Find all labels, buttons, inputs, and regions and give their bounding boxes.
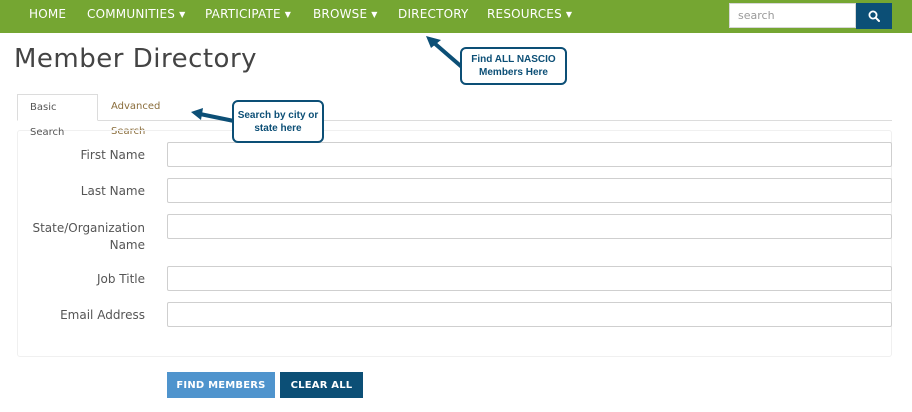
advanced-search-callout: Search by city or state here bbox=[232, 100, 324, 143]
clear-all-button[interactable]: CLEAR ALL bbox=[280, 372, 363, 398]
nav-item-resources[interactable]: RESOURCES ▼ bbox=[487, 0, 572, 33]
first-name-label: First Name bbox=[80, 148, 145, 162]
nav-item-label: RESOURCES bbox=[487, 7, 562, 21]
nav-item-label: PARTICIPATE bbox=[205, 7, 281, 21]
page: HOME COMMUNITIES ▼ PARTICIPATE ▼ BROWSE ▼ D… bbox=[0, 0, 912, 412]
nav-item-directory[interactable]: DIRECTORY bbox=[398, 0, 469, 33]
email-address-field[interactable] bbox=[167, 302, 892, 327]
state-organization-field[interactable] bbox=[167, 214, 892, 239]
page-title: Member Directory bbox=[14, 44, 258, 74]
email-address-label: Email Address bbox=[60, 308, 145, 322]
first-name-field[interactable] bbox=[167, 142, 892, 167]
nav-item-browse[interactable]: BROWSE ▼ bbox=[313, 0, 378, 33]
search-icon bbox=[868, 10, 880, 22]
tab-basic-search[interactable]: Basic Search bbox=[17, 94, 98, 138]
directory-callout-text: Find ALL NASCIO Members Here bbox=[471, 54, 556, 78]
top-nav: HOME COMMUNITIES ▼ PARTICIPATE ▼ BROWSE ▼ D… bbox=[0, 0, 912, 33]
find-members-button[interactable]: FIND MEMBERS bbox=[167, 372, 275, 398]
nav-item-communities[interactable]: COMMUNITIES ▼ bbox=[87, 0, 185, 33]
caret-down-icon: ▼ bbox=[371, 10, 378, 19]
nav-item-participate[interactable]: PARTICIPATE ▼ bbox=[205, 0, 291, 33]
nav-item-label: BROWSE bbox=[313, 7, 368, 21]
nav-item-home[interactable]: HOME bbox=[29, 0, 66, 33]
search-button[interactable] bbox=[856, 3, 892, 29]
directory-callout: Find ALL NASCIO Members Here bbox=[460, 47, 567, 85]
search-input[interactable] bbox=[729, 3, 856, 28]
nav-item-label: DIRECTORY bbox=[398, 7, 469, 21]
last-name-field[interactable] bbox=[167, 178, 892, 203]
advanced-search-callout-text: Search by city or state here bbox=[237, 109, 319, 134]
last-name-label: Last Name bbox=[80, 184, 145, 198]
caret-down-icon: ▼ bbox=[179, 10, 186, 19]
job-title-field[interactable] bbox=[167, 266, 892, 291]
job-title-label: Job Title bbox=[96, 272, 145, 286]
arrow-directory-callout bbox=[426, 36, 465, 70]
caret-down-icon: ▼ bbox=[565, 10, 573, 19]
nav-item-label: COMMUNITIES bbox=[87, 7, 176, 21]
caret-down-icon: ▼ bbox=[284, 10, 292, 19]
tab-advanced-search[interactable]: Advanced Search bbox=[99, 94, 199, 137]
state-organization-label: State/Organization Name bbox=[32, 221, 145, 252]
nav-item-label: HOME bbox=[29, 7, 67, 21]
